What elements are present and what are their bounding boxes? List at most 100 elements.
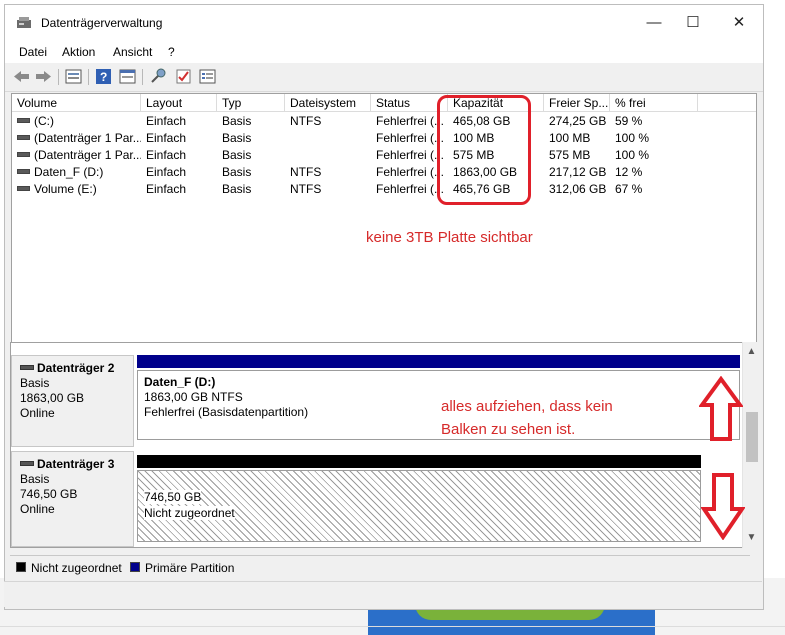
cell-prozent-frei: 67 % [615, 182, 643, 196]
capacity-highlight-circle [437, 95, 531, 205]
table-row[interactable]: (C:) Einfach Basis NTFS Fehlerfrei (... … [12, 113, 756, 130]
partition-name: Daten_F (D:) [144, 375, 216, 389]
column-header-typ[interactable]: Typ [217, 94, 285, 112]
settings-list-icon[interactable] [199, 68, 216, 85]
disk-3-unallocated-space[interactable]: 746,50 GB Nicht zugeordnet [137, 470, 701, 542]
cell-typ: Basis [222, 148, 252, 162]
cell-freier-speicher: 575 MB [549, 148, 591, 162]
cell-freier-speicher: 274,25 GB [549, 114, 607, 128]
disk-3-state: Online [20, 502, 55, 516]
cell-layout: Einfach [146, 165, 187, 179]
close-button[interactable]: ✕ [716, 9, 762, 37]
disk-management-icon [17, 17, 31, 28]
toolbar-separator [58, 69, 59, 85]
annotation-line-2: Balken zu sehen ist. [441, 421, 576, 438]
column-header-dateisystem[interactable]: Dateisystem [285, 94, 371, 112]
volume-icon [17, 135, 30, 141]
connect-icon[interactable] [150, 68, 167, 85]
cell-layout: Einfach [146, 182, 187, 196]
disk-2-name: Datenträger 2 [37, 361, 115, 375]
column-header-layout[interactable]: Layout [141, 94, 217, 112]
cell-dateisystem [285, 130, 371, 147]
disk-3-type: Basis [20, 472, 50, 486]
volume-list-icon[interactable] [65, 68, 82, 85]
cell-volume: (Datenträger 1 Par... [34, 131, 141, 145]
check-icon[interactable] [175, 68, 192, 85]
disk-3-header[interactable]: Datenträger 3 Basis 746,50 GB Online [11, 451, 134, 547]
disk-2-state: Online [20, 406, 55, 420]
svg-text:?: ? [100, 70, 107, 84]
arrow-down-annotation-icon [701, 473, 745, 540]
annotation-no-3tb-disk: keine 3TB Platte sichtbar [366, 229, 533, 246]
disk-icon [20, 461, 34, 467]
window-title: Datenträgerverwaltung [41, 16, 163, 30]
cell-volume: (Datenträger 1 Par... [34, 148, 141, 162]
table-row[interactable]: (Datenträger 1 Par... Einfach Basis Fehl… [12, 147, 756, 164]
help-icon[interactable]: ? [95, 68, 112, 85]
cell-layout: Einfach [146, 114, 187, 128]
disk-icon [20, 365, 34, 371]
back-arrow-icon[interactable] [13, 68, 30, 85]
legend-swatch-unallocated [16, 562, 26, 572]
forward-arrow-icon[interactable] [35, 68, 52, 85]
volume-icon [17, 186, 30, 192]
cell-dateisystem: NTFS [290, 114, 322, 128]
menu-ansicht[interactable]: Ansicht [113, 45, 152, 59]
column-header-prozent-frei[interactable]: % frei [610, 94, 698, 112]
partition-status: Fehlerfrei (Basisdatenpartition) [144, 405, 309, 419]
cell-dateisystem: NTFS [290, 165, 322, 179]
cell-typ: Basis [222, 131, 252, 145]
cell-volume: (C:) [34, 114, 54, 128]
disk-graphical-view: Datenträger 2 Basis 1863,00 GB Online Da… [10, 342, 756, 548]
unallocated-status: Nicht zugeordnet [144, 506, 235, 520]
column-header-freier-speicher[interactable]: Freier Sp... [544, 94, 610, 112]
partition-info: 1863,00 GB NTFS [144, 390, 243, 404]
menu-datei[interactable]: Datei [19, 45, 47, 59]
table-row[interactable]: (Datenträger 1 Par... Einfach Basis Fehl… [12, 130, 756, 147]
legend-swatch-primary [130, 562, 140, 572]
cell-layout: Einfach [146, 131, 187, 145]
unallocated-size: 746,50 GB [144, 490, 202, 504]
disk-2-type: Basis [20, 376, 50, 390]
cell-typ: Basis [222, 182, 252, 196]
table-row[interactable]: Volume (E:) Einfach Basis NTFS Fehlerfre… [12, 181, 756, 198]
column-header-empty [698, 94, 756, 112]
volume-list: Volume Layout Typ Dateisystem Status Kap… [11, 93, 757, 343]
cell-freier-speicher: 312,06 GB [549, 182, 607, 196]
disk-2-header[interactable]: Datenträger 2 Basis 1863,00 GB Online [11, 355, 134, 447]
legend-label-primary: Primäre Partition [145, 561, 235, 575]
cell-typ: Basis [222, 165, 252, 179]
menu-help[interactable]: ? [168, 45, 175, 59]
volume-icon [17, 152, 30, 158]
menu-aktion[interactable]: Aktion [62, 45, 95, 59]
scroll-down-icon[interactable]: ▼ [743, 530, 760, 546]
cell-dateisystem [285, 147, 371, 164]
legend-label-unallocated: Nicht zugeordnet [31, 561, 122, 575]
scroll-up-icon[interactable]: ▲ [743, 344, 760, 360]
column-header-volume[interactable]: Volume [12, 94, 141, 112]
table-row[interactable]: Daten_F (D:) Einfach Basis NTFS Fehlerfr… [12, 164, 756, 181]
toolbar-separator [142, 69, 143, 85]
scroll-thumb[interactable] [746, 412, 758, 462]
cell-prozent-frei: 100 % [615, 148, 650, 162]
properties-icon[interactable] [119, 68, 136, 85]
title-bar[interactable]: Datenträgerverwaltung — ☐ ✕ [5, 5, 763, 41]
maximize-button[interactable]: ☐ [670, 9, 716, 37]
disk-3-size: 746,50 GB [20, 487, 78, 501]
cell-prozent-frei: 12 % [615, 165, 643, 179]
disk-3-unallocated-bar [137, 455, 701, 468]
cell-layout: Einfach [146, 148, 187, 162]
cell-prozent-frei: 100 % [615, 131, 650, 145]
background-divider [0, 626, 785, 627]
cell-freier-speicher: 100 MB [549, 131, 591, 145]
disk-3-name: Datenträger 3 [37, 457, 115, 471]
toolbar: ? [5, 63, 763, 92]
cell-volume: Daten_F (D:) [34, 165, 104, 179]
disk-2-size: 1863,00 GB [20, 391, 85, 405]
disk-2-partition-daten-f[interactable]: Daten_F (D:) 1863,00 GB NTFS Fehlerfrei … [137, 370, 740, 440]
volume-icon [17, 169, 30, 175]
toolbar-separator [88, 69, 89, 85]
annotation-line-1: alles aufziehen, dass kein [441, 398, 613, 415]
cell-freier-speicher: 217,12 GB [549, 165, 607, 179]
cell-dateisystem: NTFS [290, 182, 322, 196]
